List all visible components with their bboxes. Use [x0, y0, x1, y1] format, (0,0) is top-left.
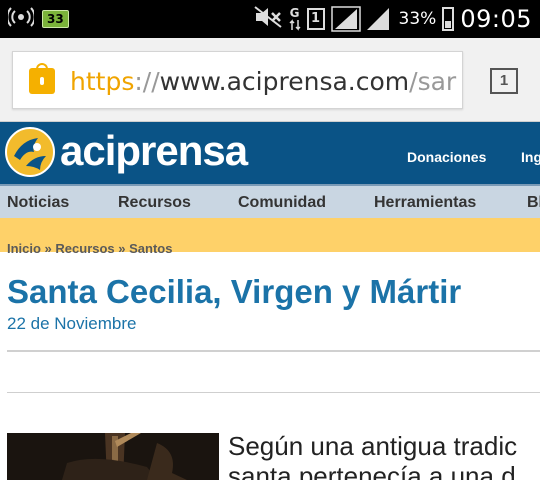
nav-item-recursos[interactable]: Recursos: [118, 194, 191, 212]
article-body: Según una antigua tradic santa pertenecí…: [228, 431, 540, 480]
battery-percentage: 33%: [398, 9, 437, 29]
address-bar[interactable]: https://www.aciprensa.com/sar: [12, 51, 463, 109]
battery-icon: [442, 7, 455, 31]
aciprensa-logo-icon[interactable]: [4, 126, 56, 178]
url-path: /sar: [409, 67, 457, 96]
site-header: aciprensa Donaciones Ing: [0, 122, 540, 184]
nav-item-comunidad[interactable]: Comunidad: [238, 194, 326, 212]
page-title: Santa Cecilia, Virgen y Mártir: [7, 273, 462, 310]
lock-icon[interactable]: [29, 63, 55, 94]
signal-icon: [365, 6, 393, 32]
radio-icon: [6, 6, 36, 32]
article-text-line: Según una antigua tradic: [228, 431, 518, 461]
breadcrumb[interactable]: Inicio » Recursos » Santos: [7, 241, 172, 256]
divider: [7, 392, 540, 393]
signal-icon: [330, 6, 361, 32]
status-clock: 09:05: [460, 5, 532, 33]
saint-painting-image[interactable]: [7, 433, 219, 480]
feast-date: 22 de Noviembre: [7, 314, 137, 333]
data-arrows-icon: G: [289, 7, 301, 31]
mute-icon: [253, 5, 283, 34]
sim-icon: 1: [306, 8, 325, 30]
site-logo-text[interactable]: aciprensa: [60, 127, 248, 175]
header-link-ing[interactable]: Ing: [521, 149, 540, 165]
divider: [7, 350, 540, 352]
main-nav: Noticias Recursos Comunidad Herramientas…: [0, 184, 540, 218]
tab-switcher-button[interactable]: 1: [490, 68, 518, 94]
url-separator: ://: [134, 67, 160, 96]
header-link-donaciones[interactable]: Donaciones: [407, 149, 486, 165]
url-host: www.aciprensa.com: [159, 67, 410, 96]
battery-fill: [445, 21, 452, 28]
status-bar-left: 33: [6, 6, 69, 32]
network-type-label: G: [289, 6, 300, 20]
nav-item-bl[interactable]: Bl: [527, 194, 540, 212]
status-bar-right: G 1 33% 09:05: [253, 4, 532, 34]
article-text-line: santa pertenecía a una d: [228, 461, 516, 480]
nav-item-noticias[interactable]: Noticias: [7, 194, 69, 212]
status-bar: 33 G 1 33% 09:05: [0, 0, 540, 38]
url-scheme: https: [70, 67, 135, 96]
url-text[interactable]: https://www.aciprensa.com/sar: [70, 67, 456, 96]
notification-badge: 33: [42, 10, 69, 28]
nav-item-herramientas[interactable]: Herramientas: [374, 194, 476, 212]
browser-toolbar: https://www.aciprensa.com/sar 1: [0, 38, 540, 122]
